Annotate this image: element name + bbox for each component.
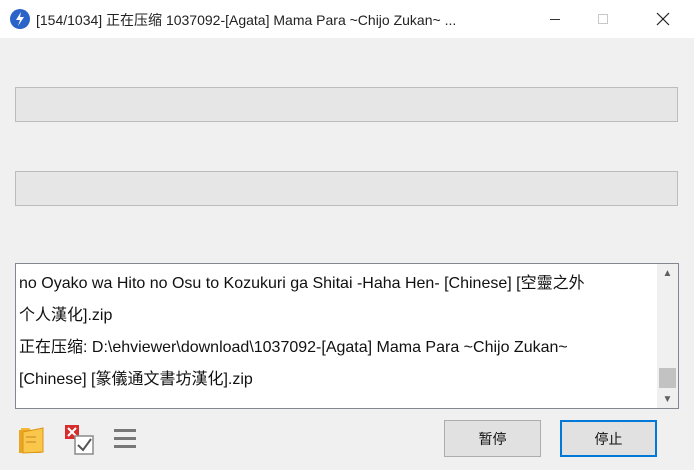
maximize-icon xyxy=(598,14,608,24)
open-folder-icon xyxy=(19,427,44,454)
log-line: 正在压缩: D:\ehviewer\download\1037092-[Agat… xyxy=(19,339,568,356)
app-icon xyxy=(10,9,30,29)
minimize-icon xyxy=(550,19,560,20)
vertical-scrollbar[interactable]: ▲ ▼ xyxy=(657,264,678,408)
scroll-thumb[interactable] xyxy=(659,368,676,388)
menu-button[interactable] xyxy=(109,422,143,456)
stop-button[interactable]: 停止 xyxy=(560,420,657,457)
maximize-button[interactable] xyxy=(580,0,626,38)
chevron-up-icon: ▲ xyxy=(662,267,673,279)
file-progress-bar xyxy=(15,171,678,206)
log-output[interactable]: no Oyako wa Hito no Osu to Kozukuri ga S… xyxy=(15,263,679,409)
overall-progress-bar xyxy=(15,87,678,122)
close-button[interactable] xyxy=(640,0,686,38)
log-line: 个人漢化].zip xyxy=(19,307,113,324)
scroll-down-button[interactable]: ▼ xyxy=(657,390,678,408)
checklist-icon xyxy=(65,425,94,455)
open-folder-button[interactable] xyxy=(17,422,51,456)
menu-icon xyxy=(114,429,136,448)
log-line: no Oyako wa Hito no Osu to Kozukuri ga S… xyxy=(19,275,585,292)
close-icon xyxy=(656,12,670,26)
title-bar[interactable]: [154/1034] 正在压缩 1037092-[Agata] Mama Par… xyxy=(0,0,694,38)
scroll-up-button[interactable]: ▲ xyxy=(657,264,678,282)
minimize-button[interactable] xyxy=(532,0,578,38)
log-line: [Chinese] [篆儀通文書坊漢化].zip xyxy=(19,371,253,388)
log-text: no Oyako wa Hito no Osu to Kozukuri ga S… xyxy=(19,268,653,396)
chevron-down-icon: ▼ xyxy=(662,393,673,405)
pause-button[interactable]: 暂停 xyxy=(444,420,541,457)
checklist-button[interactable] xyxy=(63,422,97,456)
window-title: [154/1034] 正在压缩 1037092-[Agata] Mama Par… xyxy=(36,12,457,28)
